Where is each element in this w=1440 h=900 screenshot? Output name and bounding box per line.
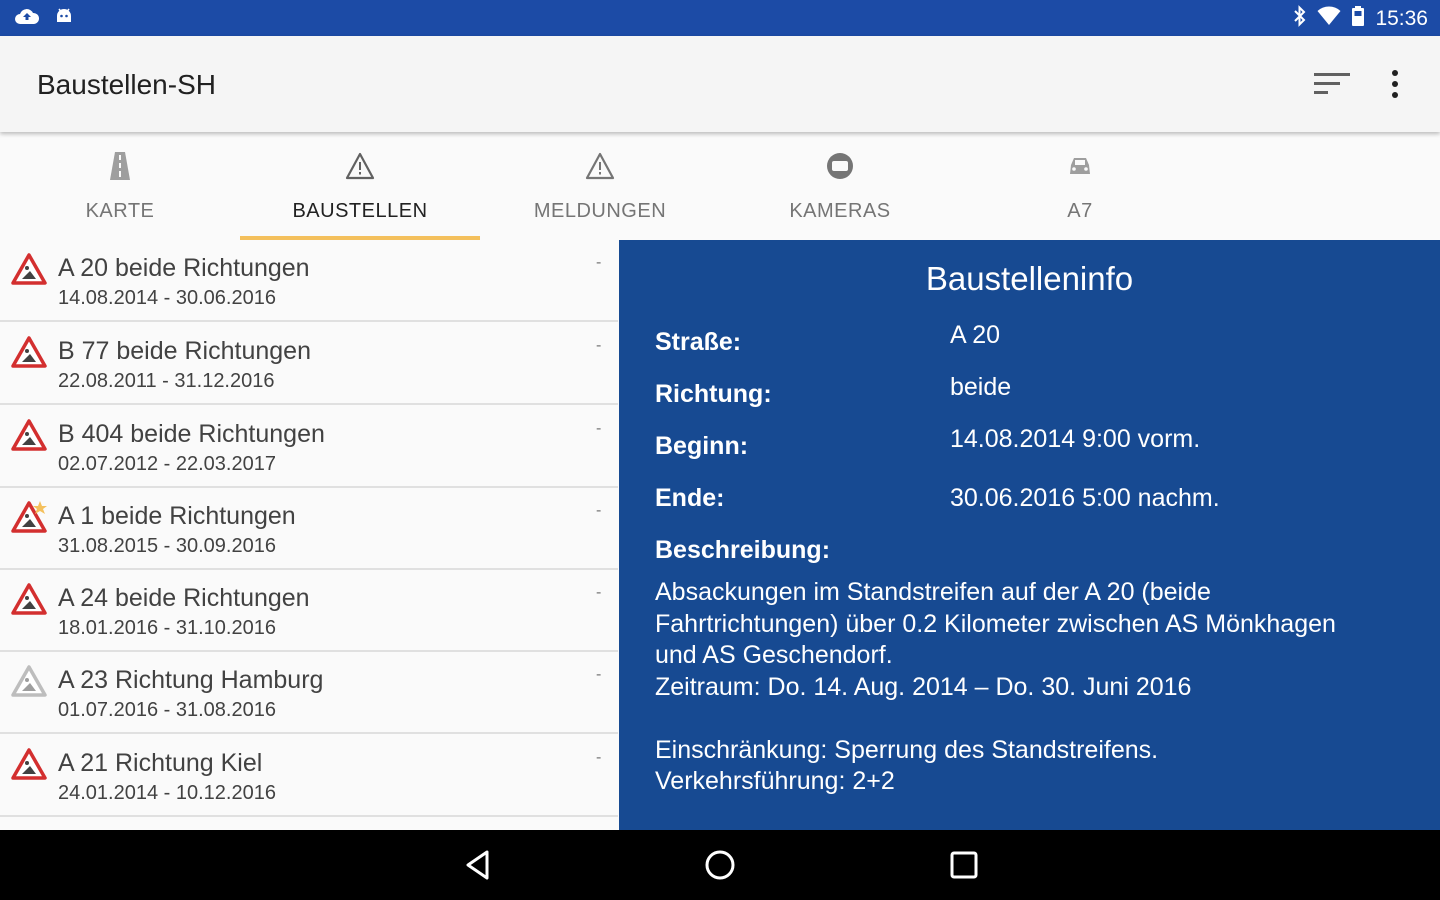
tab-label: KAMERAS (789, 200, 891, 222)
back-button[interactable] (460, 847, 496, 883)
item-dates: 22.08.2011 - 31.12.2016 (58, 370, 275, 392)
navigation-bar (0, 830, 1440, 900)
roadwork-sign-icon (11, 336, 47, 368)
list-item[interactable]: A 1 beide Richtungen 31.08.2015 - 30.09.… (0, 488, 618, 570)
item-title: B 404 beide Richtungen (58, 420, 325, 448)
warning-triangle-icon (345, 152, 375, 180)
roadwork-list: A 20 beide Richtungen 14.08.2014 - 30.06… (0, 240, 618, 830)
detail-label-richtung: Richtung: (655, 380, 772, 408)
detail-label-beschreibung: Beschreibung: (655, 536, 831, 564)
car-icon (1070, 158, 1090, 174)
roadwork-sign-icon (11, 419, 47, 451)
item-title: A 21 Richtung Kiel (58, 749, 263, 777)
wifi-icon (1317, 6, 1341, 31)
home-button[interactable] (702, 847, 738, 883)
item-trailing: - (596, 749, 602, 766)
tab-karte[interactable]: KARTE (0, 132, 240, 240)
app-bar: Baustellen-SH (0, 36, 1440, 132)
tab-label: KARTE (85, 200, 155, 222)
list-item[interactable]: A 21 Richtung Kiel 24.01.2014 - 10.12.20… (0, 735, 618, 817)
tab-label: BAUSTELLEN (292, 200, 428, 222)
item-title: A 24 beide Richtungen (58, 584, 310, 612)
detail-label-beginn: Beginn: (655, 432, 749, 460)
detail-value-beginn: 14.08.2014 9:00 vorm. (950, 425, 1201, 453)
detail-value-strasse: A 20 (950, 321, 1001, 349)
roadwork-sign-icon (11, 253, 47, 285)
list-item[interactable]: B 404 beide Richtungen 02.07.2012 - 22.0… (0, 406, 618, 488)
warning-triangle-icon (585, 152, 615, 180)
tab-kameras[interactable]: KAMERAS (720, 132, 960, 240)
item-trailing: - (596, 502, 602, 519)
detail-panel: Baustelleninfo Straße: A 20 Richtung: be… (619, 240, 1440, 830)
list-item[interactable]: A 20 beide Richtungen 14.08.2014 - 30.06… (0, 240, 618, 322)
tab-baustellen[interactable]: BAUSTELLEN (240, 132, 480, 240)
item-title: A 1 beide Richtungen (58, 502, 296, 530)
status-time: 15:36 (1375, 6, 1428, 30)
item-dates: 31.08.2015 - 30.09.2016 (58, 535, 276, 557)
detail-value-richtung: beide (950, 373, 1012, 401)
item-trailing: - (596, 584, 602, 601)
list-item[interactable]: B 77 beide Richtungen 22.08.2011 - 31.12… (0, 323, 618, 405)
item-dates: 14.08.2014 - 30.06.2016 (58, 287, 276, 309)
roadwork-sign-gray-icon (11, 665, 47, 697)
item-title: A 20 beide Richtungen (58, 254, 310, 282)
item-dates: 18.01.2016 - 31.10.2016 (58, 617, 276, 639)
status-bar: 15:36 (0, 0, 1440, 36)
item-title: B 77 beide Richtungen (58, 337, 311, 365)
detail-title: Baustelleninfo (925, 260, 1134, 297)
list-item[interactable]: A 24 beide Richtungen 18.01.2016 - 31.10… (0, 570, 618, 652)
app-title: Baustellen-SH (37, 69, 216, 100)
home-icon (705, 850, 735, 880)
detail-label-ende: Ende: (655, 484, 725, 512)
tab-label: A7 (1067, 200, 1093, 222)
back-icon (466, 850, 489, 880)
item-dates: 24.01.2014 - 10.12.2016 (58, 782, 276, 804)
recents-button[interactable] (946, 847, 982, 883)
bluetooth-icon (1293, 5, 1307, 32)
tab-meldungen[interactable]: MELDUNGEN (480, 132, 720, 240)
more-vert-icon (1392, 70, 1398, 98)
camera-icon (827, 153, 853, 179)
roadwork-sign-icon (11, 583, 47, 615)
item-trailing: - (596, 420, 602, 437)
item-dates: 02.07.2012 - 22.03.2017 (58, 453, 276, 475)
item-title: A 23 Richtung Hamburg (58, 666, 324, 694)
list-item[interactable]: A 23 Richtung Hamburg 01.07.2016 - 31.08… (0, 652, 618, 734)
sort-icon (1314, 73, 1350, 94)
more-options-button[interactable] (1380, 66, 1410, 102)
roadwork-sign-icon (11, 748, 47, 780)
detail-label-strasse: Straße: (655, 328, 742, 356)
detail-value-ende: 30.06.2016 5:00 nachm. (950, 484, 1220, 512)
item-dates: 01.07.2016 - 31.08.2016 (58, 699, 276, 721)
detail-description: Absackungen im Standstreifen auf der A 2… (655, 578, 1336, 795)
battery-icon (1351, 5, 1365, 32)
android-icon (54, 6, 74, 31)
tab-label: MELDUNGEN (533, 200, 667, 222)
tab-a7[interactable]: A7 (960, 132, 1200, 240)
road-icon (110, 152, 130, 180)
item-trailing: - (596, 254, 602, 271)
item-trailing: - (596, 666, 602, 683)
roadwork-sign-new-icon (11, 501, 47, 533)
item-trailing: - (596, 337, 602, 354)
cloud-upload-icon (14, 6, 40, 31)
recents-icon (950, 851, 978, 879)
tab-bar: KARTE BAUSTELLEN MELDUNGEN KAMERAS A7 (0, 132, 1440, 240)
sort-button[interactable] (1312, 70, 1352, 98)
